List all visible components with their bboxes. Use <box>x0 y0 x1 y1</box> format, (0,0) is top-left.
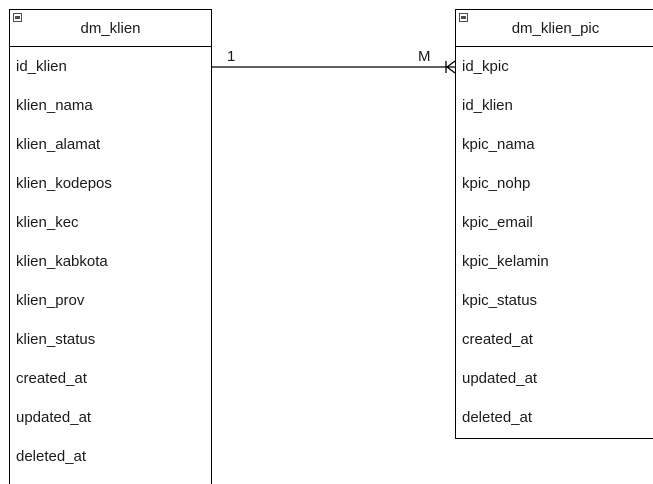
attribute-row[interactable]: kpic_email <box>456 203 653 242</box>
attribute-row[interactable]: klien_status <box>10 320 211 359</box>
attribute-row[interactable]: updated_at <box>456 359 653 398</box>
attribute-row[interactable]: created_at <box>456 320 653 359</box>
attribute-list: id_klien klien_nama klien_alamat klien_k… <box>10 47 211 476</box>
entity-title: dm_klien_pic <box>511 20 600 37</box>
entity-header: dm_klien <box>10 10 211 47</box>
attribute-row[interactable]: kpic_kelamin <box>456 242 653 281</box>
attribute-row[interactable]: created_at <box>10 359 211 398</box>
crowfoot-lower <box>446 66 456 74</box>
attribute-row[interactable]: klien_nama <box>10 86 211 125</box>
attribute-row[interactable]: klien_alamat <box>10 125 211 164</box>
attribute-row[interactable]: deleted_at <box>456 398 653 437</box>
attribute-row[interactable]: id_klien <box>10 47 211 86</box>
attribute-row[interactable]: klien_prov <box>10 281 211 320</box>
attribute-row[interactable]: klien_kec <box>10 203 211 242</box>
entity-dm-klien[interactable]: dm_klien id_klien klien_nama klien_alama… <box>9 9 212 484</box>
cardinality-one-label: 1 <box>227 48 236 65</box>
attribute-row[interactable]: deleted_at <box>10 437 211 476</box>
entity-title: dm_klien <box>80 20 141 37</box>
attribute-row[interactable]: klien_kabkota <box>10 242 211 281</box>
attribute-row[interactable]: klien_kodepos <box>10 164 211 203</box>
attribute-row[interactable]: id_kpic <box>456 47 653 86</box>
attribute-row[interactable]: kpic_status <box>456 281 653 320</box>
attribute-row[interactable]: kpic_nama <box>456 125 653 164</box>
attribute-row[interactable]: updated_at <box>10 398 211 437</box>
attribute-row[interactable]: id_klien <box>456 86 653 125</box>
entity-header: dm_klien_pic <box>456 10 653 47</box>
cardinality-many-label: M <box>418 48 431 65</box>
entity-dm-klien-pic[interactable]: dm_klien_pic id_kpic id_klien kpic_nama … <box>455 9 653 439</box>
attribute-list: id_kpic id_klien kpic_nama kpic_nohp kpi… <box>456 47 653 437</box>
crowfoot-upper <box>446 60 456 68</box>
attribute-row[interactable]: kpic_nohp <box>456 164 653 203</box>
